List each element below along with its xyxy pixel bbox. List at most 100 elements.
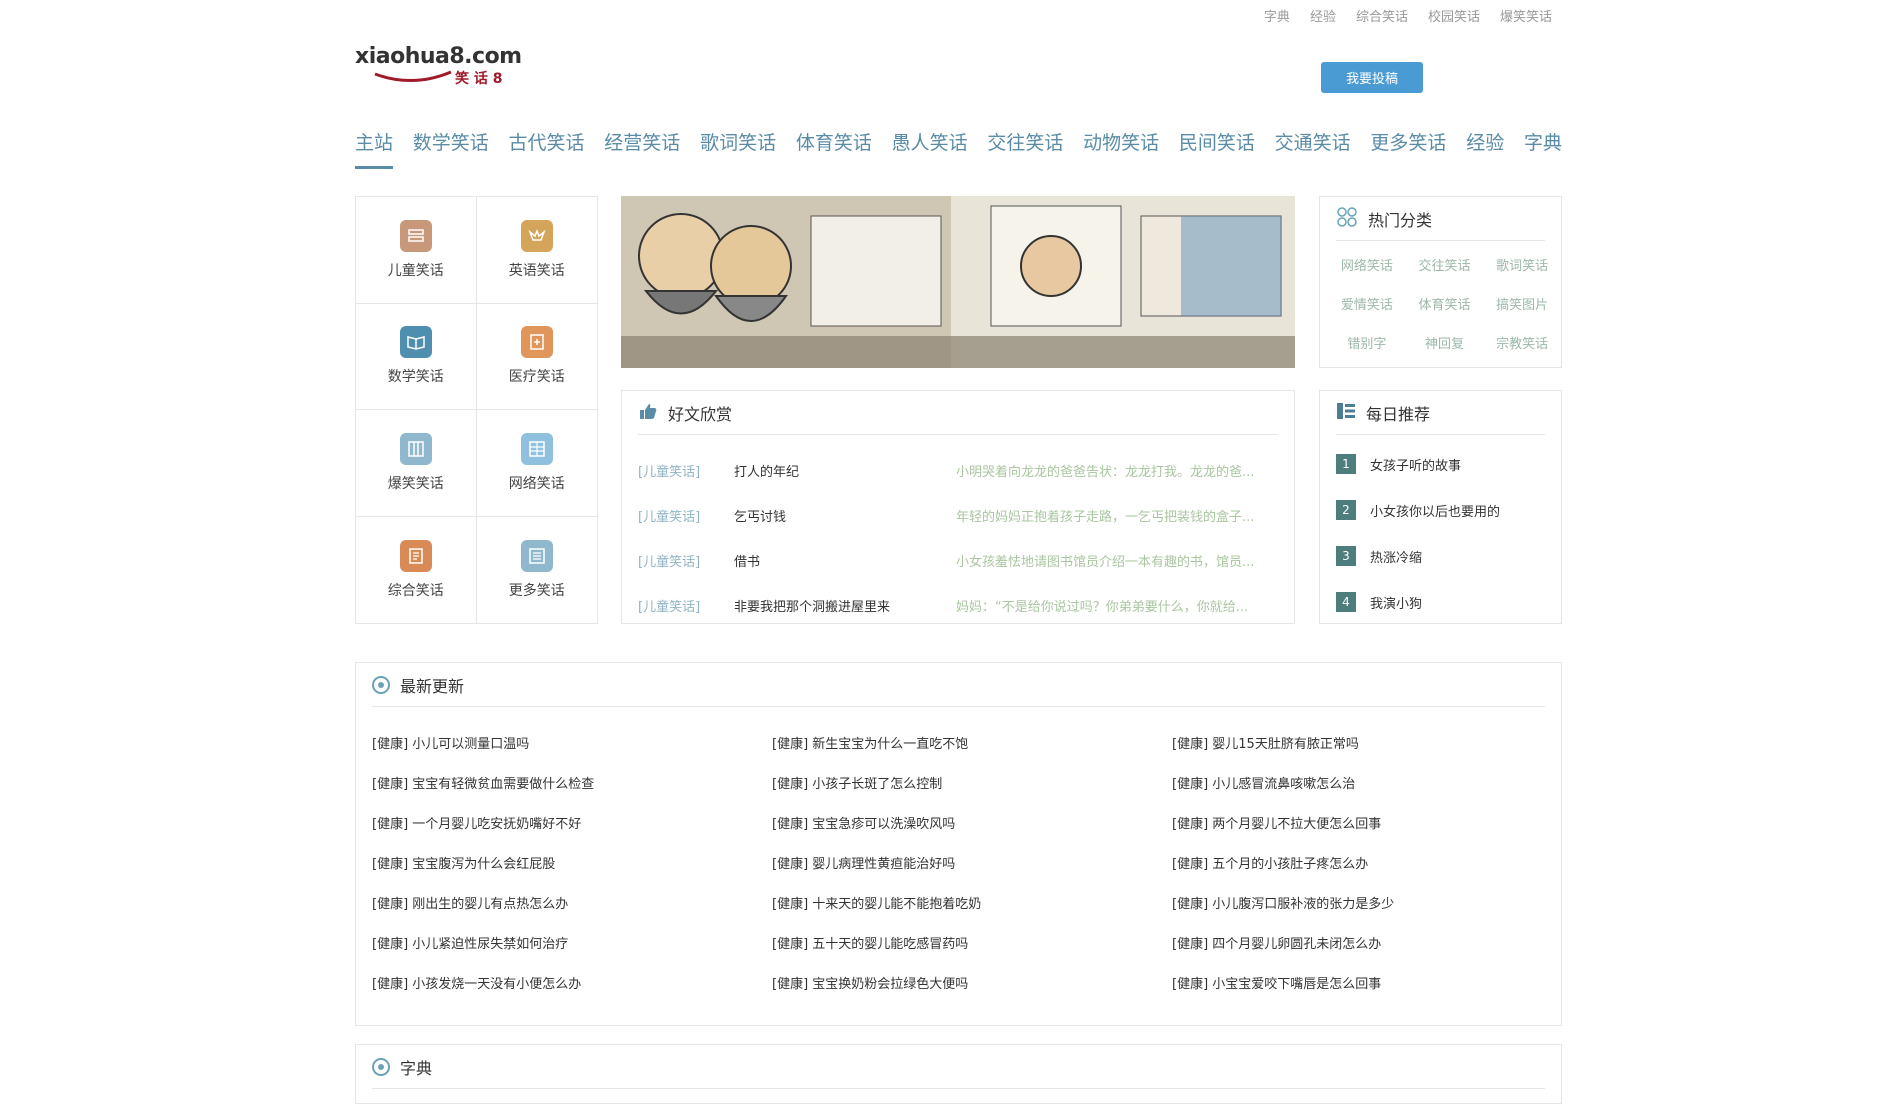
hot-tag[interactable]: 歌词笑话 (1483, 255, 1561, 274)
panel-title: 每日推荐 (1366, 404, 1431, 424)
article-category[interactable]: [儿童笑话] (638, 506, 734, 526)
nav-item[interactable]: 数学笑话 (413, 128, 489, 169)
category-tile[interactable]: 英语笑话 (476, 197, 597, 304)
daily-picks-panel: 每日推荐 1 女孩子听的故事 2 小女孩你以后也要用的 3 热涨冷缩 4 我演小… (1319, 390, 1562, 624)
nav-item[interactable]: 主站 (355, 128, 394, 169)
article-title[interactable]: 非要我把那个洞搬进屋里来 (734, 596, 956, 616)
nav-item[interactable]: 经营笑话 (604, 128, 680, 169)
nav-item[interactable]: 动物笑话 (1083, 128, 1159, 169)
category-tile[interactable]: 更多笑话 (477, 517, 598, 624)
thumbs-up-icon (638, 402, 658, 424)
hot-tag[interactable]: 交往笑话 (1406, 255, 1484, 274)
latest-item[interactable]: [健康] 一个月婴儿吃安抚奶嘴好不好 (372, 813, 581, 832)
hot-tag[interactable]: 搞笑图片 (1483, 294, 1561, 313)
site-logo[interactable]: xiaohua8.com 笑 话 8 (355, 44, 522, 90)
latest-item[interactable]: [健康] 五十天的婴儿能吃感冒药吗 (772, 933, 968, 952)
article-excerpt: 年轻的妈妈正抱着孩子走路，一乞丐把装钱的盒子... (956, 510, 1255, 525)
article-category[interactable]: [儿童笑话] (638, 596, 734, 616)
latest-item[interactable]: [健康] 十来天的婴儿能不能抱着吃奶 (772, 893, 981, 912)
logo-text: xiaohua8.com (355, 44, 522, 69)
nav-item[interactable]: 经验 (1466, 128, 1504, 169)
article-row[interactable]: [儿童笑话] 借书 小女孩羞怯地请图书馆员介绍一本有趣的书，馆员... (638, 551, 1278, 571)
article-row[interactable]: [儿童笑话] 非要我把那个洞搬进屋里来 妈妈：“不是给你说过吗？你弟弟要什么，你… (638, 596, 1278, 616)
nav-item[interactable]: 愚人笑话 (892, 128, 968, 169)
latest-item[interactable]: [健康] 婴儿病理性黄疸能治好吗 (772, 853, 955, 872)
nav-item[interactable]: 更多笑话 (1370, 128, 1446, 169)
latest-item[interactable]: [健康] 小儿可以测量口温吗 (372, 733, 529, 752)
featured-banner[interactable] (621, 196, 1295, 368)
crown-icon (520, 219, 553, 252)
top-link[interactable]: 校园笑话 (1428, 6, 1480, 25)
top-link[interactable]: 经验 (1310, 6, 1336, 25)
article-category[interactable]: [儿童笑话] (638, 461, 734, 481)
latest-item[interactable]: [健康] 四个月婴儿卵圆孔未闭怎么办 (1172, 933, 1381, 952)
nav-item[interactable]: 民间笑话 (1179, 128, 1255, 169)
daily-item[interactable]: 3 热涨冷缩 (1336, 546, 1422, 566)
daily-item-title[interactable]: 热涨冷缩 (1370, 547, 1422, 566)
category-tile[interactable]: 爆笑笑话 (356, 410, 477, 517)
columns-icon (399, 432, 432, 465)
article-title[interactable]: 借书 (734, 551, 956, 571)
category-tile[interactable]: 医疗笑话 (476, 304, 597, 410)
latest-item[interactable]: [健康] 婴儿15天肚脐有脓正常吗 (1172, 733, 1359, 752)
hot-tag[interactable]: 体育笑话 (1406, 294, 1484, 313)
latest-item[interactable]: [健康] 小宝宝爱咬下嘴唇是怎么回事 (1172, 973, 1381, 992)
latest-item[interactable]: [健康] 宝宝腹泻为什么会红屁股 (372, 853, 555, 872)
hot-tag[interactable]: 神回复 (1406, 333, 1484, 352)
logo-swoosh-icon (374, 70, 452, 83)
nav-item[interactable]: 交通笑话 (1275, 128, 1351, 169)
top-link[interactable]: 综合笑话 (1356, 6, 1408, 25)
latest-item[interactable]: [健康] 宝宝急疹可以洗澡吹风吗 (772, 813, 955, 832)
top-links: 字典 经验 综合笑话 校园笑话 爆笑笑话 (1264, 6, 1552, 25)
nav-item[interactable]: 古代笑话 (509, 128, 585, 169)
latest-item[interactable]: [健康] 宝宝有轻微贫血需要做什么检查 (372, 773, 594, 792)
latest-item[interactable]: [健康] 两个月婴儿不拉大便怎么回事 (1172, 813, 1381, 832)
daily-item[interactable]: 4 我演小狗 (1336, 592, 1422, 612)
top-link[interactable]: 爆笑笑话 (1500, 6, 1552, 25)
category-tile[interactable]: 数学笑话 (356, 303, 477, 410)
article-category[interactable]: [儿童笑话] (638, 551, 734, 571)
category-tile[interactable]: 网络笑话 (476, 410, 597, 517)
category-tile[interactable]: 儿童笑话 (356, 197, 477, 304)
panel-header: 最新更新 (372, 663, 1545, 707)
category-tile[interactable]: 综合笑话 (356, 516, 477, 623)
panel-header: 字典 (372, 1045, 1545, 1089)
nav-item[interactable]: 交往笑话 (987, 128, 1063, 169)
latest-item[interactable]: [健康] 小儿紧迫性尿失禁如何治疗 (372, 933, 568, 952)
category-label: 爆笑笑话 (387, 475, 444, 492)
panel-title: 字典 (400, 1058, 433, 1078)
article-row[interactable]: [儿童笑话] 打人的年纪 小明哭着向龙龙的爸爸告状：龙龙打我。龙龙的爸... (638, 461, 1278, 481)
latest-item[interactable]: [健康] 小孩发烧一天没有小便怎么办 (372, 973, 581, 992)
comic-banner-image (621, 196, 1295, 368)
daily-item-title[interactable]: 小女孩你以后也要用的 (1370, 501, 1500, 520)
daily-item-title[interactable]: 女孩子听的故事 (1370, 455, 1461, 474)
latest-item[interactable]: [健康] 五个月的小孩肚子疼怎么办 (1172, 853, 1368, 872)
latest-item[interactable]: [健康] 宝宝换奶粉会拉绿色大便吗 (772, 973, 968, 992)
latest-item[interactable]: [健康] 新生宝宝为什么一直吃不饱 (772, 733, 968, 752)
article-title[interactable]: 打人的年纪 (734, 461, 956, 481)
article-title[interactable]: 乞丐讨钱 (734, 506, 956, 526)
hot-tag[interactable]: 宗教笑话 (1483, 333, 1561, 352)
daily-item-title[interactable]: 我演小狗 (1370, 593, 1422, 612)
top-link[interactable]: 字典 (1264, 6, 1290, 25)
latest-item[interactable]: [健康] 小儿感冒流鼻咳嗽怎么治 (1172, 773, 1355, 792)
dictionary-panel: 字典 (355, 1044, 1562, 1104)
rank-badge: 2 (1336, 500, 1356, 520)
nav-item[interactable]: 歌词笑话 (700, 128, 776, 169)
category-label: 更多笑话 (508, 582, 565, 599)
daily-item[interactable]: 2 小女孩你以后也要用的 (1336, 500, 1500, 520)
panel-header: 每日推荐 (1336, 391, 1545, 435)
latest-item[interactable]: [健康] 小孩子长斑了怎么控制 (772, 773, 942, 792)
latest-item[interactable]: [健康] 刚出生的婴儿有点热怎么办 (372, 893, 568, 912)
article-row[interactable]: [儿童笑话] 乞丐讨钱 年轻的妈妈正抱着孩子走路，一乞丐把装钱的盒子... (638, 506, 1278, 526)
panel-title: 热门分类 (1368, 210, 1433, 230)
daily-item[interactable]: 1 女孩子听的故事 (1336, 454, 1461, 474)
submit-article-button[interactable]: 我要投稿 (1321, 62, 1423, 93)
circle-dot-icon (372, 675, 390, 694)
nav-item[interactable]: 体育笑话 (796, 128, 872, 169)
hot-tag[interactable]: 爱情笑话 (1328, 294, 1406, 313)
hot-tag[interactable]: 错别字 (1328, 333, 1406, 352)
hot-tag[interactable]: 网络笑话 (1328, 255, 1406, 274)
nav-item[interactable]: 字典 (1524, 128, 1562, 169)
latest-item[interactable]: [健康] 小儿腹泻口服补液的张力是多少 (1172, 893, 1394, 912)
